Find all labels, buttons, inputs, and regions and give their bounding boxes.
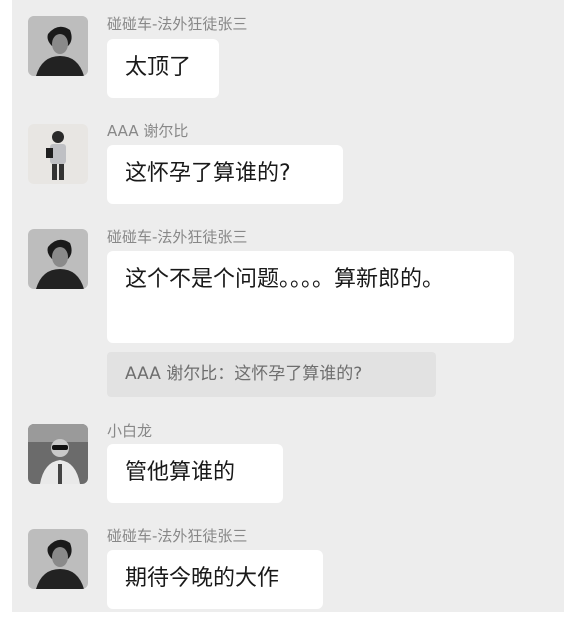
man-sunglasses-avatar-icon[interactable] [28, 424, 88, 484]
message-bubble[interactable]: 管他算谁的 [107, 444, 283, 503]
chat-history[interactable]: 碰碰车-法外狂徒张三 太顶了 AAA 谢尔比 这怀孕了算谁的? 碰碰车-法外狂徒… [12, 0, 564, 612]
message-bubble[interactable]: 太顶了 [107, 39, 219, 98]
man-portrait-avatar-icon[interactable] [28, 529, 88, 589]
man-portrait-avatar-icon[interactable] [28, 16, 88, 76]
man-portrait-avatar-icon[interactable] [28, 229, 88, 289]
sender-name: AAA 谢尔比 [107, 122, 189, 140]
message-bubble[interactable]: 期待今晚的大作 [107, 550, 323, 609]
quoted-message[interactable]: AAA 谢尔比：这怀孕了算谁的? [107, 352, 436, 397]
sender-name: 碰碰车-法外狂徒张三 [107, 527, 248, 545]
sender-name: 小白龙 [107, 422, 153, 440]
sender-name: 碰碰车-法外狂徒张三 [107, 228, 248, 246]
message-bubble[interactable]: 这个不是个问题。。。。算新郎的。 [107, 251, 514, 343]
sender-name: 碰碰车-法外狂徒张三 [107, 15, 248, 33]
man-full-body-avatar-icon[interactable] [28, 124, 88, 184]
message-bubble[interactable]: 这怀孕了算谁的? [107, 145, 343, 204]
